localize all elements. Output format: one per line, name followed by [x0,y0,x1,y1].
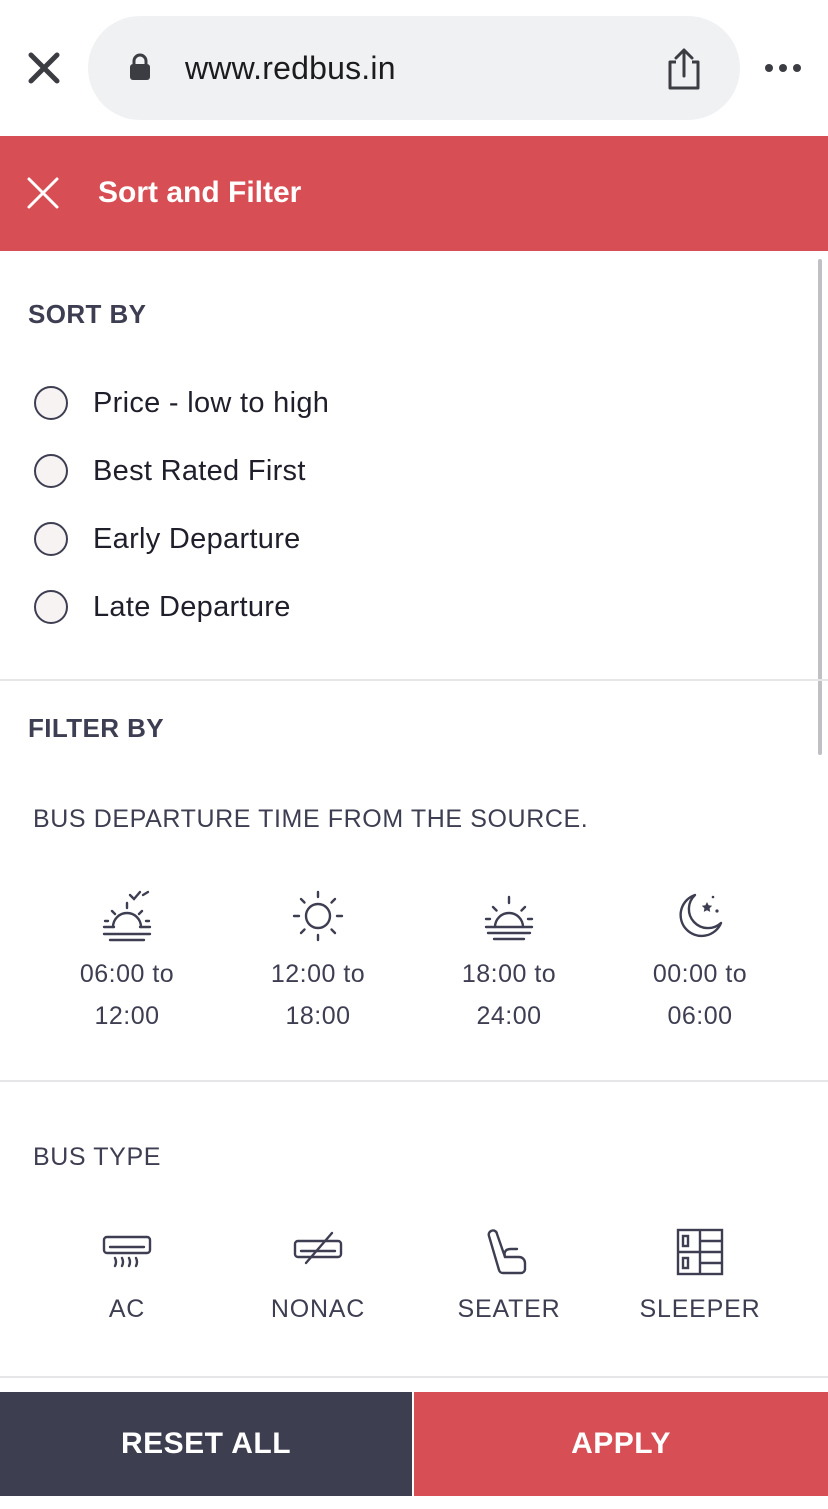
bus-type-nonac-option[interactable]: NONAC [238,1227,398,1324]
time-range-end: 24:00 [476,1002,542,1030]
sort-by-title: SORT BY [28,299,147,329]
bus-type-title: BUS TYPE [33,1143,161,1171]
radio-button[interactable] [34,522,68,556]
filter-by-title: FILTER BY [28,713,164,743]
time-range-start: 00:00 to [652,960,748,988]
moon-icon [679,893,723,938]
divider [0,679,828,681]
bus-type-label: SLEEPER [639,1295,761,1323]
time-range-start: 18:00 to [461,960,557,988]
sun-icon [292,890,344,942]
sort-option-best-rated[interactable]: Best Rated First [34,451,306,491]
departure-night-option[interactable]: 00:00 to 06:00 [625,889,775,1037]
sort-option-early-departure[interactable]: Early Departure [34,519,301,559]
bus-type-label: SEATER [457,1295,561,1323]
non-ac-icon [293,1231,343,1265]
divider [0,1080,828,1082]
radio-button[interactable] [34,590,68,624]
sort-option-label: Best Rated First [93,454,306,487]
radio-button[interactable] [34,454,68,488]
sleeper-icon [676,1228,724,1276]
sort-option-label: Early Departure [93,522,301,555]
filter-panel: SORT BY Price - low to high Best Rated F… [0,251,828,1392]
sort-filter-header: Sort and Filter [0,136,828,251]
time-range-start: 12:00 to [270,960,366,988]
reset-all-button[interactable]: RESET ALL [0,1392,412,1496]
time-range-end: 12:00 [94,1002,160,1030]
bus-type-label: NONAC [270,1295,366,1323]
bus-type-ac-option[interactable]: AC [47,1227,207,1324]
close-icon[interactable] [22,46,66,90]
time-range-start: 06:00 to [79,960,175,988]
bus-type-label: AC [108,1295,146,1323]
lock-icon [130,53,150,80]
seater-icon [487,1229,527,1275]
sunrise-icon [102,890,152,942]
sort-option-price[interactable]: Price - low to high [34,383,329,423]
sort-option-label: Late Departure [93,590,291,623]
more-dots-icon[interactable] [764,60,804,76]
time-range-end: 06:00 [667,1002,733,1030]
sort-option-label: Price - low to high [93,386,330,419]
sunset-icon [484,895,534,941]
footer-actions: RESET ALL APPLY [0,1392,828,1496]
share-icon[interactable] [664,46,704,92]
browser-toolbar: www.redbus.in [0,0,828,136]
bus-type-sleeper-option[interactable]: SLEEPER [620,1227,780,1324]
departure-afternoon-option[interactable]: 12:00 to 18:00 [243,889,393,1037]
departure-time-title: BUS DEPARTURE TIME FROM THE SOURCE. [33,805,589,833]
divider [0,1376,828,1378]
bottom-safe-area [0,1496,828,1509]
header-title: Sort and Filter [98,176,302,209]
url-text[interactable]: www.redbus.in [185,50,396,87]
bus-type-seater-option[interactable]: SEATER [429,1227,589,1324]
ac-icon [102,1235,152,1268]
apply-button[interactable]: APPLY [412,1392,828,1496]
departure-morning-option[interactable]: 06:00 to 12:00 [52,889,202,1037]
radio-button[interactable] [34,386,68,420]
time-range-end: 18:00 [285,1002,351,1030]
departure-evening-option[interactable]: 18:00 to 24:00 [434,889,584,1037]
close-icon[interactable] [26,176,60,210]
sort-option-late-departure[interactable]: Late Departure [34,587,291,627]
